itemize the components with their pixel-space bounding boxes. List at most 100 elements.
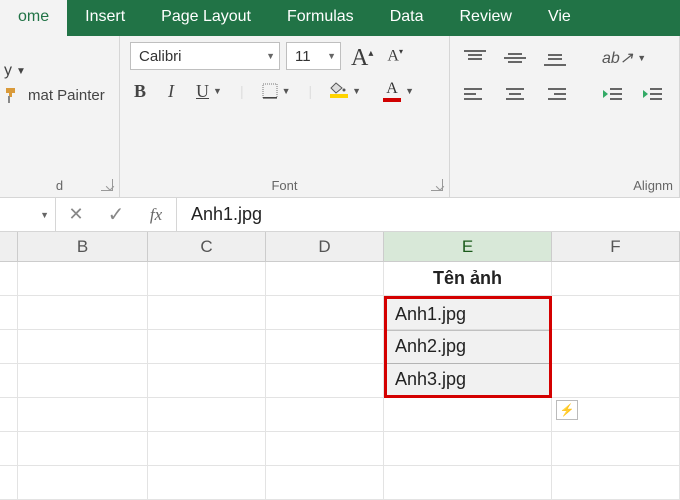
borders-button[interactable]: ▼ [258,81,295,101]
increase-font-size-button[interactable]: A▴ [347,42,377,70]
cell-e4[interactable] [384,364,552,397]
formula-bar: ▼ ✕ ✓ fx Anh1.jpg [0,198,680,232]
cell-b5[interactable] [18,398,148,431]
align-bottom-icon [544,50,566,66]
underline-button[interactable]: U ▼ [192,79,226,104]
cell-f2[interactable] [552,296,680,329]
group-alignment-label: Alignm [450,178,679,193]
decrease-font-icon: A▾ [387,47,403,65]
chevron-down-icon: ▼ [40,210,49,220]
formula-input[interactable]: Anh1.jpg [177,198,680,231]
borders-icon [262,83,278,99]
cell-f3[interactable] [552,330,680,363]
fill-icon [330,84,348,98]
group-font: Calibri ▼ 11 ▼ A▴ A▾ B I U ▼ | [120,36,450,197]
chevron-down-icon: ▼ [637,53,646,63]
font-name-dropdown[interactable]: Calibri ▼ [130,42,280,70]
clipboard-launcher-icon[interactable] [101,179,113,191]
fill-color-button[interactable]: ▼ [326,82,365,100]
tab-home[interactable]: ome [0,0,67,36]
chevron-down-icon: ▼ [405,86,414,96]
column-headers: B C D E F [0,232,680,262]
tab-formulas[interactable]: Formulas [269,0,372,36]
group-font-label: Font [120,178,449,193]
group-alignment: ab↗ ▼ Alignm [450,36,680,197]
cell-c3[interactable] [148,330,266,363]
copy-dropdown-icon[interactable]: ▼ [16,66,26,77]
cell-e1[interactable]: Tên ảnh [384,262,552,295]
font-name-value: Calibri [139,48,182,65]
font-size-value: 11 [295,48,311,65]
column-header-c[interactable]: C [148,232,266,261]
copy-button[interactable]: y [4,62,12,80]
orientation-button[interactable]: ab↗ ▼ [598,46,650,70]
align-center-button[interactable] [500,84,530,104]
chevron-down-icon: ▼ [352,86,361,96]
chevron-down-icon: ▼ [262,51,275,61]
ribbon: y ▼ mat Painter d Calibri ▼ 11 ▼ A▴ [0,36,680,198]
align-top-button[interactable] [460,46,490,70]
cell-d5[interactable] [266,398,384,431]
quick-analysis-button[interactable]: ⚡ [556,400,578,420]
chevron-down-icon: ▼ [213,86,222,96]
cell-c1[interactable] [148,262,266,295]
name-box[interactable]: ▼ [0,198,56,231]
column-header-b[interactable]: B [18,232,148,261]
italic-button[interactable]: I [164,79,178,104]
column-header-e[interactable]: E [384,232,552,261]
cell-f1[interactable] [552,262,680,295]
align-center-icon [504,86,526,102]
font-launcher-icon[interactable] [431,179,443,191]
cell-d2[interactable] [266,296,384,329]
fx-icon: fx [150,205,162,225]
chevron-down-icon: ▼ [282,86,291,96]
insert-function-button[interactable]: fx [136,198,176,231]
cell-d3[interactable] [266,330,384,363]
cell-c4[interactable] [148,364,266,397]
tab-review[interactable]: Review [441,0,529,36]
cell-e3[interactable] [384,330,552,363]
cell-e2[interactable] [384,296,552,329]
cell-b4[interactable] [18,364,148,397]
tab-data[interactable]: Data [372,0,442,36]
align-top-icon [464,50,486,66]
font-color-button[interactable]: A ▼ [379,78,418,104]
align-bottom-button[interactable] [540,46,570,70]
align-middle-button[interactable] [500,46,530,70]
chevron-down-icon: ▼ [323,51,336,61]
grid-body[interactable]: Tên ảnh [0,262,680,500]
cell-b2[interactable] [18,296,148,329]
format-painter-button[interactable]: mat Painter [4,86,109,104]
align-right-icon [544,86,566,102]
decrease-font-size-button[interactable]: A▾ [383,45,407,67]
column-header-d[interactable]: D [266,232,384,261]
cell-d4[interactable] [266,364,384,397]
orientation-icon: ab↗ [602,48,633,68]
bold-button[interactable]: B [130,79,150,104]
enter-button[interactable]: ✓ [96,198,136,231]
underline-letter: U [196,81,209,102]
column-header-f[interactable]: F [552,232,680,261]
font-size-dropdown[interactable]: 11 ▼ [286,42,341,70]
format-painter-label: mat Painter [28,87,105,104]
align-right-button[interactable] [540,84,570,104]
align-left-icon [464,86,486,102]
cell-e5[interactable] [384,398,552,431]
spreadsheet-grid: B C D E F Tên ảnh [0,232,680,500]
tab-insert[interactable]: Insert [67,0,143,36]
cell-b3[interactable] [18,330,148,363]
decrease-indent-icon [602,86,624,102]
increase-indent-icon [642,86,664,102]
cell-b1[interactable] [18,262,148,295]
increase-indent-button[interactable] [638,84,668,104]
cell-c2[interactable] [148,296,266,329]
align-left-button[interactable] [460,84,490,104]
cell-c5[interactable] [148,398,266,431]
cell-d1[interactable] [266,262,384,295]
tab-view[interactable]: Vie [530,0,589,36]
decrease-indent-button[interactable] [598,84,628,104]
tab-page-layout[interactable]: Page Layout [143,0,269,36]
cancel-button[interactable]: ✕ [56,198,96,231]
cell-f4[interactable] [552,364,680,397]
col-lead[interactable] [0,232,18,261]
